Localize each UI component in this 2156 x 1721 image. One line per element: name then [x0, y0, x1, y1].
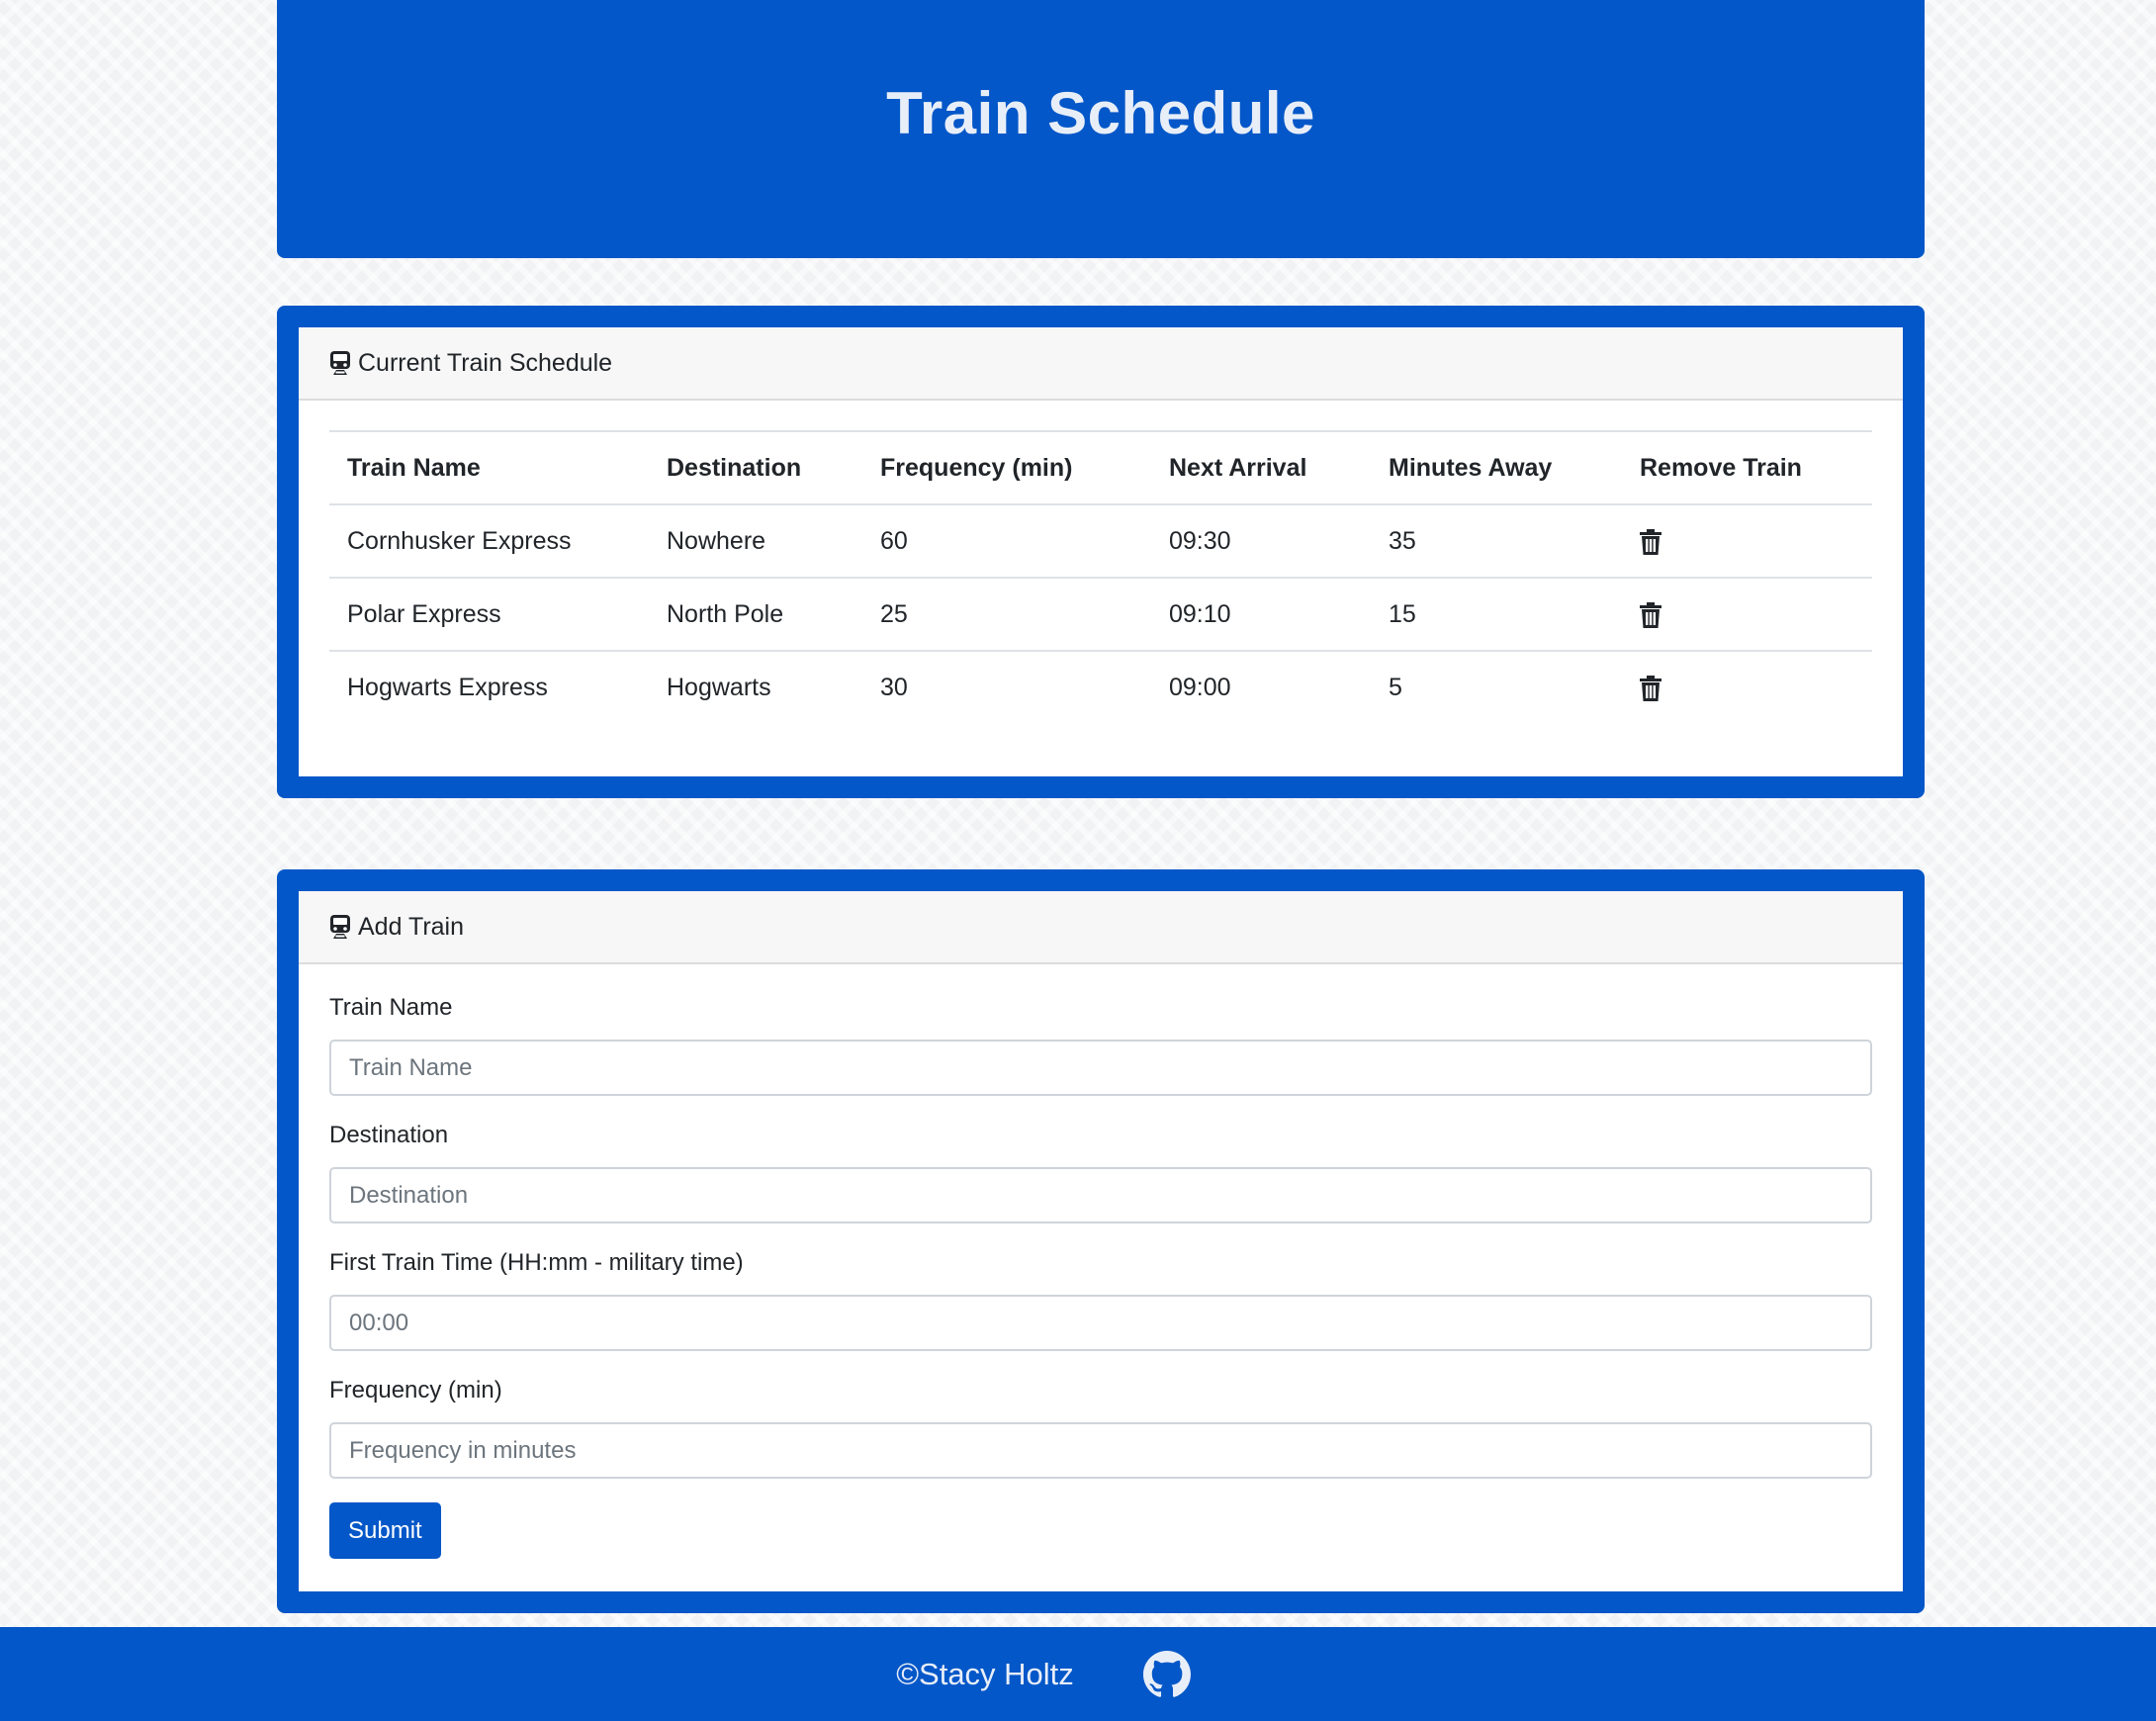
col-minutes-away: Minutes Away [1371, 430, 1622, 505]
destination-label: Destination [329, 1122, 449, 1148]
first-train-time-input[interactable] [329, 1295, 1872, 1351]
train-icon [330, 915, 350, 939]
add-train-panel: Add Train Train Name Destination First T… [277, 869, 1925, 1613]
frequency-input[interactable] [329, 1422, 1872, 1479]
cell-remove [1622, 577, 1872, 651]
table-row: Hogwarts Express Hogwarts 30 09:00 5 [329, 650, 1872, 724]
cell-frequency: 25 [862, 577, 1151, 651]
schedule-panel: Current Train Schedule Train Name Destin… [277, 306, 1925, 798]
cell-frequency: 60 [880, 526, 908, 555]
schedule-table: Train Name Destination Frequency (min) N… [329, 430, 1872, 724]
col-remove-train: Remove Train [1622, 430, 1872, 505]
github-icon[interactable] [1142, 1650, 1191, 1698]
footer-credit: ©Stacy Holtz [896, 1656, 1074, 1691]
cell-next-arrival: 09:00 [1151, 650, 1371, 724]
cell-train-name: Hogwarts Express [329, 650, 649, 724]
col-train-name: Train Name [329, 430, 649, 505]
train-name-label: Train Name [329, 994, 453, 1021]
cell-minutes-away: 35 [1389, 526, 1416, 555]
cell-remove [1622, 504, 1872, 578]
first-train-time-label: First Train Time (HH:mm - military time) [329, 1249, 744, 1276]
schedule-card-title: Current Train Schedule [358, 348, 613, 377]
col-frequency: Frequency (min) [862, 430, 1151, 505]
add-train-form: Train Name Destination First Train Time … [299, 964, 1903, 1559]
add-train-card-title: Add Train [358, 912, 465, 941]
cell-minutes-away: 15 [1371, 577, 1622, 651]
schedule-card-header: Current Train Schedule [299, 327, 1903, 401]
cell-frequency: 30 [862, 650, 1151, 724]
cell-train-name: Polar Express [329, 577, 649, 651]
cell-next-arrival: 09:10 [1151, 577, 1371, 651]
add-train-card: Add Train Train Name Destination First T… [299, 891, 1903, 1591]
cell-train-name: Cornhusker Express [347, 526, 572, 555]
table-row: Polar Express North Pole 25 09:10 15 [329, 577, 1872, 651]
trash-icon[interactable] [1640, 528, 1662, 555]
cell-next-arrival: 09:30 [1169, 526, 1231, 555]
col-next-arrival: Next Arrival [1151, 430, 1371, 505]
cell-destination: Hogwarts [649, 650, 862, 724]
table-row: Cornhusker Express Nowhere 60 09:30 35 [329, 504, 1872, 578]
cell-destination: Nowhere [667, 526, 766, 555]
cell-remove [1622, 650, 1872, 724]
cell-minutes-away: 5 [1371, 650, 1622, 724]
header-banner: Train Schedule [277, 0, 1925, 258]
col-destination: Destination [649, 430, 862, 505]
cell-destination: North Pole [649, 577, 862, 651]
schedule-card: Current Train Schedule Train Name Destin… [299, 327, 1903, 776]
trash-icon[interactable] [1640, 601, 1662, 628]
train-icon [330, 351, 350, 375]
footer: ©Stacy Holtz [0, 1627, 2156, 1721]
train-name-input[interactable] [329, 1040, 1872, 1096]
add-train-card-header: Add Train [299, 891, 1903, 964]
destination-input[interactable] [329, 1167, 1872, 1223]
frequency-label: Frequency (min) [329, 1377, 502, 1404]
submit-button[interactable]: Submit [329, 1502, 441, 1559]
table-header-row: Train Name Destination Frequency (min) N… [329, 430, 1872, 505]
page-title: Train Schedule [886, 80, 1315, 146]
trash-icon[interactable] [1640, 676, 1662, 702]
